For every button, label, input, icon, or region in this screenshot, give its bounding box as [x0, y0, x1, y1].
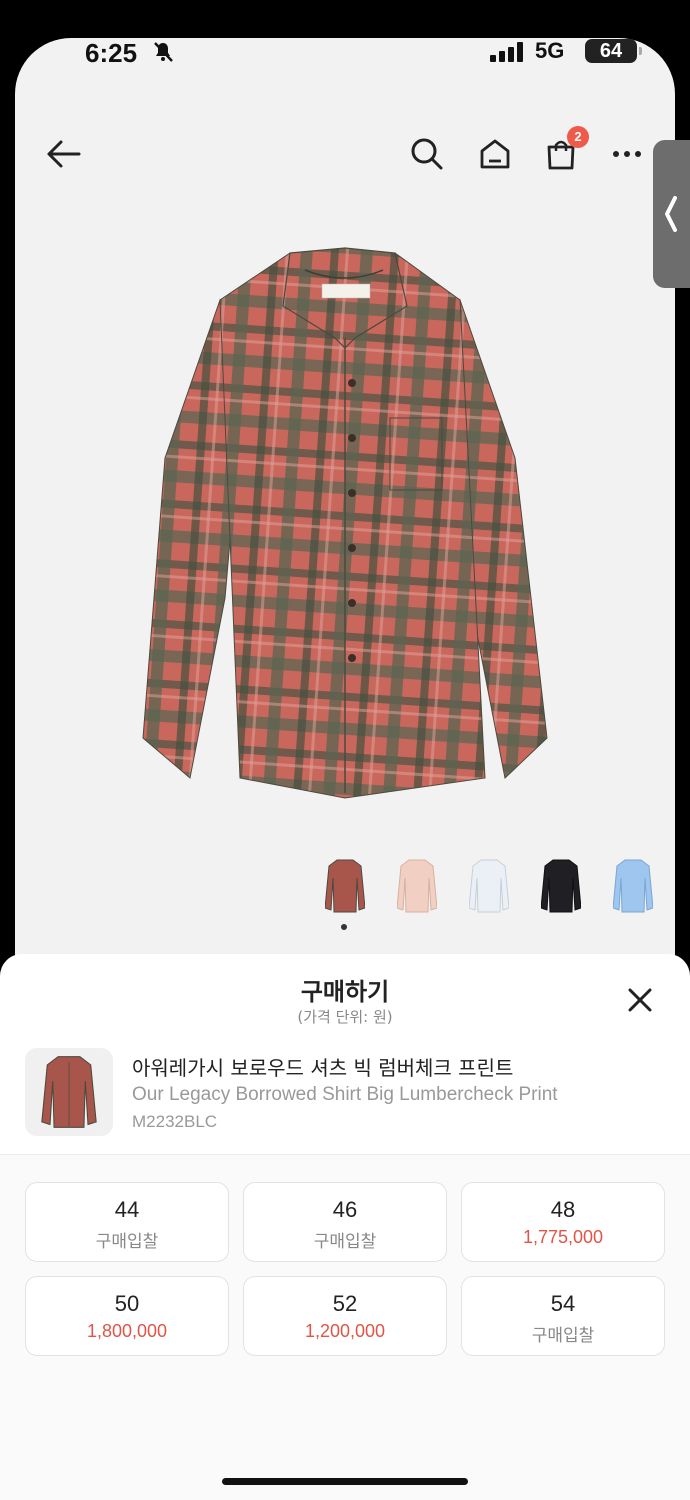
- side-panel-handle[interactable]: [653, 140, 690, 288]
- home-button[interactable]: [473, 132, 517, 176]
- cart-count-badge: 2: [567, 126, 589, 148]
- size-label: 44: [114, 1197, 140, 1222]
- size-label: 46: [332, 1197, 358, 1222]
- product-summary: 아워레가시 보로우드 셔츠 빅 럼버체크 프린트 Our Legacy Borr…: [25, 1048, 665, 1138]
- size-price: 구매입찰: [313, 1232, 377, 1252]
- size-option-50[interactable]: 50 1,800,000: [25, 1276, 229, 1356]
- chevron-left-icon: [665, 196, 677, 232]
- thumbnail-white[interactable]: [464, 856, 514, 916]
- product-thumbnail: [25, 1048, 113, 1136]
- back-button[interactable]: [41, 132, 85, 176]
- more-button[interactable]: [605, 132, 649, 176]
- size-options-area: 44 구매입찰 46 구매입찰 48 1,775,000 50 1,800,00…: [0, 1155, 690, 1500]
- size-option-48[interactable]: 48 1,775,000: [461, 1182, 665, 1262]
- product-name-english: Our Legacy Borrowed Shirt Big Lumberchec…: [132, 1084, 558, 1105]
- cart-button[interactable]: 2: [539, 126, 589, 176]
- sheet-title: 구매하기: [300, 978, 390, 1006]
- close-icon: [628, 988, 652, 1012]
- size-grid: 44 구매입찰 46 구매입찰 48 1,775,000 50 1,800,00…: [25, 1182, 665, 1356]
- thumbnail-pink[interactable]: [392, 856, 442, 916]
- purchase-sheet: 구매하기 (가격 단위: 원) 아워레가시 보로우드 셔츠 빅 럼버체크 프린트…: [0, 954, 690, 1500]
- shirt-icon: [613, 859, 653, 913]
- carousel-dot: [341, 924, 347, 930]
- arrow-left-icon: [47, 140, 81, 168]
- home-icon: [480, 139, 510, 169]
- product-image[interactable]: [15, 38, 675, 968]
- shirt-icon: [469, 859, 509, 913]
- size-price: 구매입찰: [95, 1232, 159, 1252]
- thumbnail-plaid[interactable]: [320, 856, 370, 916]
- shirt-icon: [541, 859, 581, 913]
- size-label: 50: [114, 1291, 140, 1316]
- search-icon: [411, 138, 443, 170]
- search-button[interactable]: [405, 132, 449, 176]
- size-price: 1,800,000: [86, 1321, 168, 1341]
- size-price: 1,775,000: [522, 1227, 604, 1247]
- size-label: 54: [550, 1291, 576, 1316]
- size-option-54[interactable]: 54 구매입찰: [461, 1276, 665, 1356]
- color-thumbnails: [320, 856, 658, 916]
- thumbnail-black[interactable]: [536, 856, 586, 916]
- size-option-44[interactable]: 44 구매입찰: [25, 1182, 229, 1262]
- product-code: M2232BLC: [132, 1112, 218, 1131]
- thumbnail-blue[interactable]: [608, 856, 658, 916]
- close-button[interactable]: [624, 984, 656, 1016]
- price-unit-note: (가격 단위: 원): [297, 1008, 393, 1026]
- size-price: 1,200,000: [304, 1321, 386, 1341]
- home-indicator[interactable]: [222, 1478, 468, 1485]
- shirt-icon: [325, 859, 365, 913]
- size-option-46[interactable]: 46 구매입찰: [243, 1182, 447, 1262]
- size-price: 구매입찰: [531, 1326, 595, 1346]
- size-label: 52: [332, 1291, 358, 1316]
- more-icon: [613, 151, 641, 157]
- shirt-icon: [41, 1056, 97, 1128]
- size-option-52[interactable]: 52 1,200,000: [243, 1276, 447, 1356]
- shirt-icon: [397, 859, 437, 913]
- product-name-korean: 아워레가시 보로우드 셔츠 빅 럼버체크 프린트: [132, 1056, 514, 1080]
- size-label: 48: [550, 1197, 576, 1222]
